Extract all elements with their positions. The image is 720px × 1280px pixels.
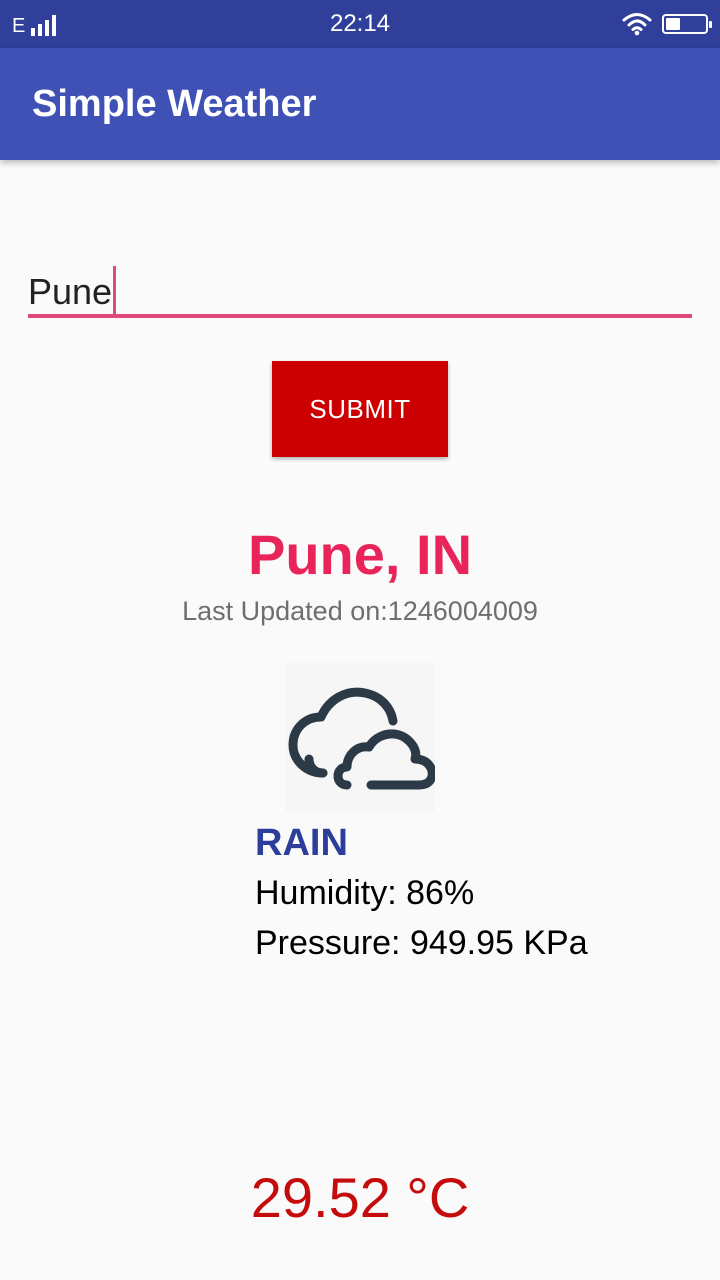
status-bar: E 22:14 — [0, 0, 720, 48]
submit-button[interactable]: SUBMIT — [272, 361, 448, 457]
humidity-label: Humidity: 86% — [255, 874, 475, 912]
city-input-value[interactable]: Pune — [28, 266, 117, 314]
weather-condition: RAIN — [255, 822, 348, 864]
app-bar: Simple Weather — [0, 48, 720, 160]
battery-icon — [662, 14, 712, 34]
city-input[interactable]: Pune — [28, 256, 692, 318]
status-time: 22:14 — [329, 10, 391, 37]
city-name: Pune, IN — [247, 523, 473, 586]
app-title: Simple Weather — [32, 83, 317, 125]
cloud-icon-graphic — [288, 687, 437, 790]
status-right — [622, 10, 712, 38]
city-input-text: Pune — [28, 271, 113, 312]
temperature: 29.52 °C — [250, 1166, 470, 1229]
last-updated: Last Updated on:1246004009 — [182, 596, 538, 626]
cloud-icon — [285, 663, 437, 813]
pressure-label: Pressure: 949.95 KPa — [255, 924, 588, 962]
wifi-icon — [622, 13, 652, 36]
text-cursor — [113, 266, 117, 314]
